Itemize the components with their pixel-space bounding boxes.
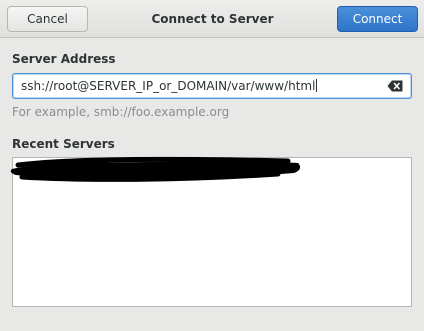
recent-servers-label: Recent Servers [12,137,115,151]
server-address-label: Server Address [12,52,116,66]
server-address-value[interactable]: ssh://root@SERVER_IP_or_DOMAIN/var/www/h… [21,79,318,93]
connect-button[interactable]: Connect [337,6,418,32]
text-cursor [316,79,318,92]
cancel-button[interactable]: Cancel [7,6,88,32]
header-bar: Cancel Connect to Server Connect [0,0,424,38]
dialog-title: Connect to Server [151,12,274,26]
redaction-scribble [10,156,301,182]
server-address-hint: For example, smb://foo.example.org [12,105,230,119]
connect-to-server-dialog: Cancel Connect to Server Connect Server … [0,0,424,331]
server-address-input[interactable]: ssh://root@SERVER_IP_or_DOMAIN/var/www/h… [12,73,412,99]
backspace-clear-icon[interactable] [387,80,403,92]
